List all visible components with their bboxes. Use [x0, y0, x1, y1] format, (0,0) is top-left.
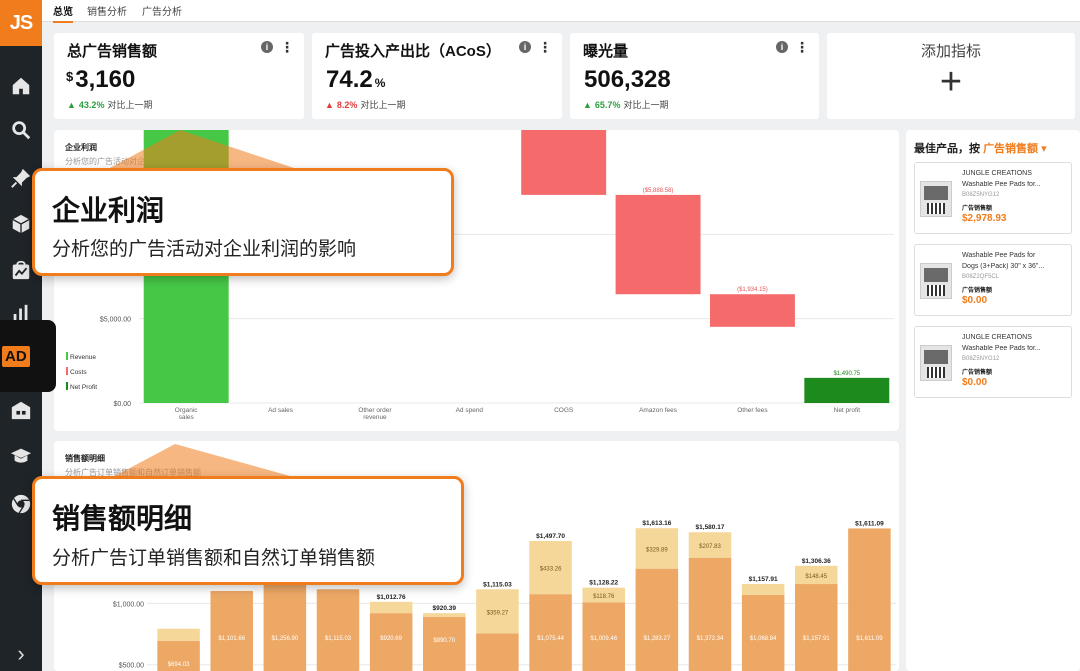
callout-sales: 销售额明细 分析广告订单销售额和自然订单销售额	[32, 476, 464, 585]
callout-profit: 企业利润 分析您的广告活动对企业利润的影响	[32, 168, 454, 276]
